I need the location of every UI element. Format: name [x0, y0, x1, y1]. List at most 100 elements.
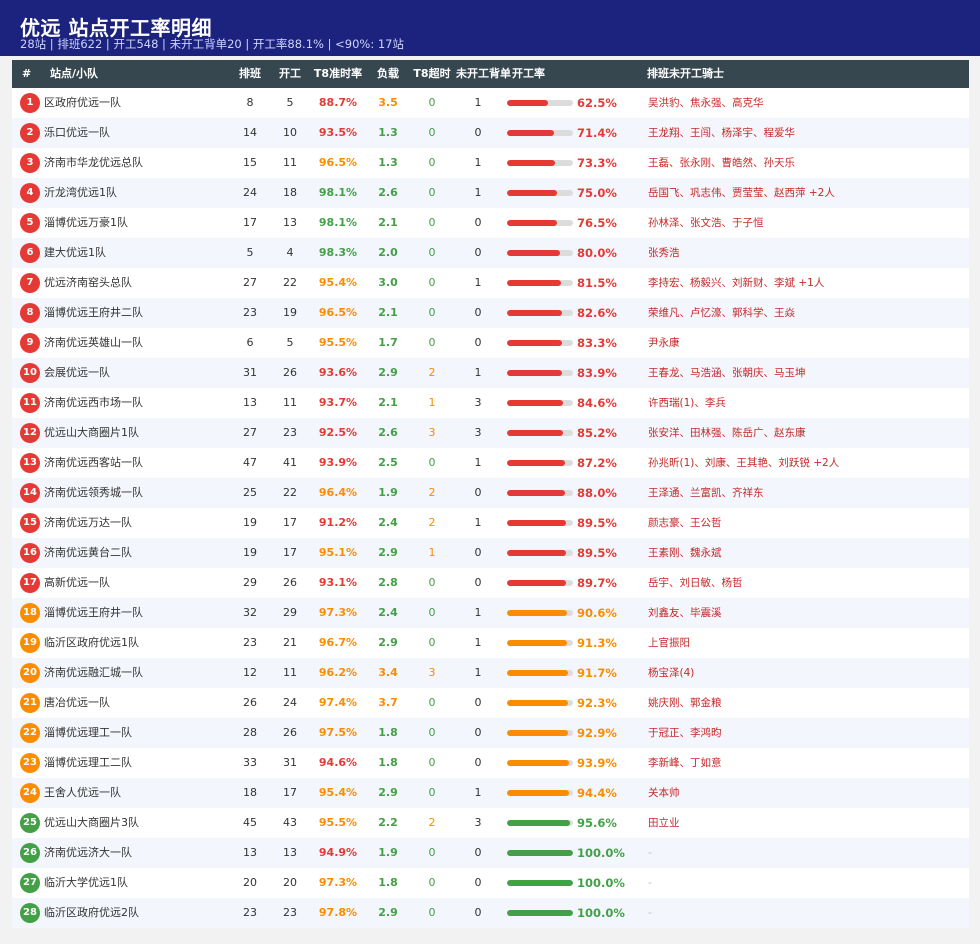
- table-row[interactable]: 14 济南优远领秀城一队 25 22 96.4% 1.9 2 0 88.0% 王泽通、兰富凯、齐祥…: [12, 478, 969, 508]
- rank-badge: 17: [20, 573, 40, 593]
- station-table: # 站点/小队 排班 开工 T8准时率 负载 T8超时 未开工背单 开工率 排班…: [12, 60, 969, 928]
- start-rate-bar: [507, 130, 573, 136]
- t8-ontime-rate: 93.1%: [318, 576, 358, 589]
- table-row[interactable]: 4 沂龙湾优远1队 24 18 98.1% 2.6 0 1 75.0% 岳国飞、巩志伟、贾莹莹、赵…: [12, 178, 969, 208]
- station-name: 临沂大学优远1队: [44, 876, 128, 889]
- table-row[interactable]: 27 临沂大学优远1队 20 20 97.3% 1.8 0 0 100.0% -: [12, 868, 969, 898]
- t8-ontime-rate: 92.5%: [318, 426, 358, 439]
- table-row[interactable]: 20 济南优远融汇城一队 12 11 96.2% 3.4 3 1 91.7% 杨宝泽(4): [12, 658, 969, 688]
- t8-overtime-count: 0: [428, 126, 436, 139]
- unstarted-riders: 杨宝泽(4): [648, 667, 695, 679]
- table-row[interactable]: 12 优远山大商圈片1队 27 23 92.5% 2.6 3 3 85.2% 张安洋、田林强、陈岳…: [12, 418, 969, 448]
- table-row[interactable]: 26 济南优远济大一队 13 13 94.9% 1.9 0 0 100.0% -: [12, 838, 969, 868]
- started-count: 17: [283, 516, 297, 529]
- rank-badge: 22: [20, 723, 40, 743]
- t8-ontime-rate: 97.8%: [318, 906, 358, 919]
- table-row[interactable]: 5 淄博优远万豪1队 17 13 98.1% 2.1 0 0 76.5% 孙林泽、张文浩、于子恒: [12, 208, 969, 238]
- rank-badge: 5: [20, 213, 40, 233]
- table-row[interactable]: 9 济南优远英雄山一队 6 5 95.5% 1.7 0 0 83.3% 尹永康: [12, 328, 969, 358]
- rank-badge: 27: [20, 873, 40, 893]
- load-value: 2.4: [378, 606, 398, 619]
- station-name: 济南优远济大一队: [44, 846, 132, 859]
- unstarted-riders: 孙林泽、张文浩、于子恒: [648, 217, 764, 229]
- scheduled-count: 26: [243, 696, 257, 709]
- table-row[interactable]: 17 高新优远一队 29 26 93.1% 2.8 0 0 89.7% 岳宇、刘日敏、杨哲: [12, 568, 969, 598]
- unstarted-riders: 田立业: [648, 817, 680, 829]
- table-row[interactable]: 10 会展优远一队 31 26 93.6% 2.9 2 1 83.9% 王春龙、马浩涵、张朝庆、马…: [12, 358, 969, 388]
- column-start-rate: 开工率: [512, 67, 545, 80]
- unstarted-riders: 王龙翔、王闯、杨泽宇、程爱华: [648, 127, 795, 139]
- table-row[interactable]: 1 区政府优远一队 8 5 88.7% 3.5 0 1 62.5% 吴洪豹、焦永强、高克华: [12, 88, 969, 118]
- station-name: 淄博优远万豪1队: [44, 216, 128, 229]
- column-rank: #: [22, 67, 32, 80]
- table-row[interactable]: 25 优远山大商圈片3队 45 43 95.5% 2.2 2 3 95.6% 田立业: [12, 808, 969, 838]
- table-row[interactable]: 19 临沂区政府优远1队 23 21 96.7% 2.9 0 1 91.3% 上官振阳: [12, 628, 969, 658]
- table-row[interactable]: 7 优远济南窑头总队 27 22 95.4% 3.0 0 1 81.5% 李持宏、杨毅兴、刘新财、…: [12, 268, 969, 298]
- unstarted-riders: 荣维凡、卢忆濠、郭科学、王焱: [648, 307, 795, 319]
- scheduled-count: 47: [243, 456, 257, 469]
- load-value: 1.3: [378, 126, 398, 139]
- start-rate-bar-fill: [507, 550, 567, 556]
- unstarted-count: 0: [474, 126, 482, 139]
- started-count: 41: [283, 456, 297, 469]
- t8-ontime-rate: 93.7%: [318, 396, 358, 409]
- table-row[interactable]: 6 建大优远1队 5 4 98.3% 2.0 0 0 80.0% 张秀浩: [12, 238, 969, 268]
- t8-ontime-rate: 88.7%: [318, 96, 358, 109]
- table-row[interactable]: 28 临沂区政府优远2队 23 23 97.8% 2.9 0 0 100.0% -: [12, 898, 969, 928]
- station-name: 济南市华龙优远总队: [44, 156, 143, 169]
- unstarted-count: 3: [474, 816, 482, 829]
- table-row[interactable]: 2 泺口优远一队 14 10 93.5% 1.3 0 0 71.4% 王龙翔、王闯、杨泽宇、程爱华: [12, 118, 969, 148]
- station-name: 济南优远融汇城一队: [44, 666, 143, 679]
- start-rate-value: 85.2%: [577, 426, 617, 440]
- load-value: 1.8: [378, 726, 398, 739]
- t8-overtime-count: 2: [428, 366, 436, 379]
- table-row[interactable]: 8 淄博优远王府井二队 23 19 96.5% 2.1 0 0 82.6% 荣维凡、卢忆濠、郭科学…: [12, 298, 969, 328]
- table-row[interactable]: 18 淄博优远王府井一队 32 29 97.3% 2.4 0 1 90.6% 刘鑫友、毕震溪: [12, 598, 969, 628]
- rank-badge: 14: [20, 483, 40, 503]
- started-count: 17: [283, 786, 297, 799]
- table-row[interactable]: 3 济南市华龙优远总队 15 11 96.5% 1.3 0 1 73.3% 王磊、张永刚、曹皓然、…: [12, 148, 969, 178]
- start-rate-bar-fill: [507, 850, 573, 856]
- table-row[interactable]: 24 王舍人优远一队 18 17 95.4% 2.9 0 1 94.4% 关本帅: [12, 778, 969, 808]
- load-value: 3.4: [378, 666, 398, 679]
- table-row[interactable]: 21 唐冶优远一队 26 24 97.4% 3.7 0 0 92.3% 姚庆刚、郭金粮: [12, 688, 969, 718]
- start-rate-bar: [507, 760, 573, 766]
- table-row[interactable]: 15 济南优远万达一队 19 17 91.2% 2.4 2 1 89.5% 颜志豪、王公哲: [12, 508, 969, 538]
- started-count: 11: [283, 156, 297, 169]
- rank-badge: 20: [20, 663, 40, 683]
- table-row[interactable]: 23 淄博优远理工二队 33 31 94.6% 1.8 0 0 93.9% 李新峰、丁如意: [12, 748, 969, 778]
- unstarted-riders: 于冠正、李鸿昀: [648, 727, 722, 739]
- scheduled-count: 27: [243, 426, 257, 439]
- start-rate-bar-fill: [507, 130, 555, 136]
- unstarted-riders: 岳宇、刘日敏、杨哲: [648, 577, 743, 589]
- t8-ontime-rate: 97.4%: [318, 696, 358, 709]
- t8-ontime-rate: 95.5%: [318, 336, 358, 349]
- scheduled-count: 32: [243, 606, 257, 619]
- load-value: 2.6: [378, 426, 398, 439]
- load-value: 2.9: [378, 636, 398, 649]
- unstarted-riders: -: [648, 847, 652, 859]
- table-row[interactable]: 16 济南优远黄台二队 19 17 95.1% 2.9 1 0 89.5% 王素刚、魏永斌: [12, 538, 969, 568]
- station-name: 淄博优远理工二队: [44, 756, 132, 769]
- start-rate-value: 62.5%: [577, 96, 617, 110]
- started-count: 43: [283, 816, 297, 829]
- unstarted-count: 0: [474, 576, 482, 589]
- start-rate-bar-fill: [507, 580, 567, 586]
- unstarted-riders: -: [648, 877, 652, 889]
- station-name: 高新优远一队: [44, 576, 110, 589]
- t8-ontime-rate: 93.6%: [318, 366, 358, 379]
- table-row[interactable]: 22 淄博优远理工一队 28 26 97.5% 1.8 0 0 92.9% 于冠正、李鸿昀: [12, 718, 969, 748]
- start-rate-value: 83.9%: [577, 366, 617, 380]
- start-rate-bar: [507, 790, 573, 796]
- start-rate-value: 73.3%: [577, 156, 617, 170]
- scheduled-count: 29: [243, 576, 257, 589]
- start-rate-bar: [507, 430, 573, 436]
- unstarted-count: 0: [474, 756, 482, 769]
- load-value: 1.8: [378, 756, 398, 769]
- table-row[interactable]: 11 济南优远西市场一队 13 11 93.7% 2.1 1 3 84.6% 许西瑞(1)、李兵: [12, 388, 969, 418]
- table-row[interactable]: 13 济南优远西客站一队 47 41 93.9% 2.5 0 1 87.2% 孙兆昕(1)、刘康、…: [12, 448, 969, 478]
- unstarted-count: 0: [474, 486, 482, 499]
- rank-badge: 3: [20, 153, 40, 173]
- unstarted-riders: 许西瑞(1)、李兵: [648, 397, 726, 409]
- column-t8-ontime: T8准时率: [313, 67, 363, 80]
